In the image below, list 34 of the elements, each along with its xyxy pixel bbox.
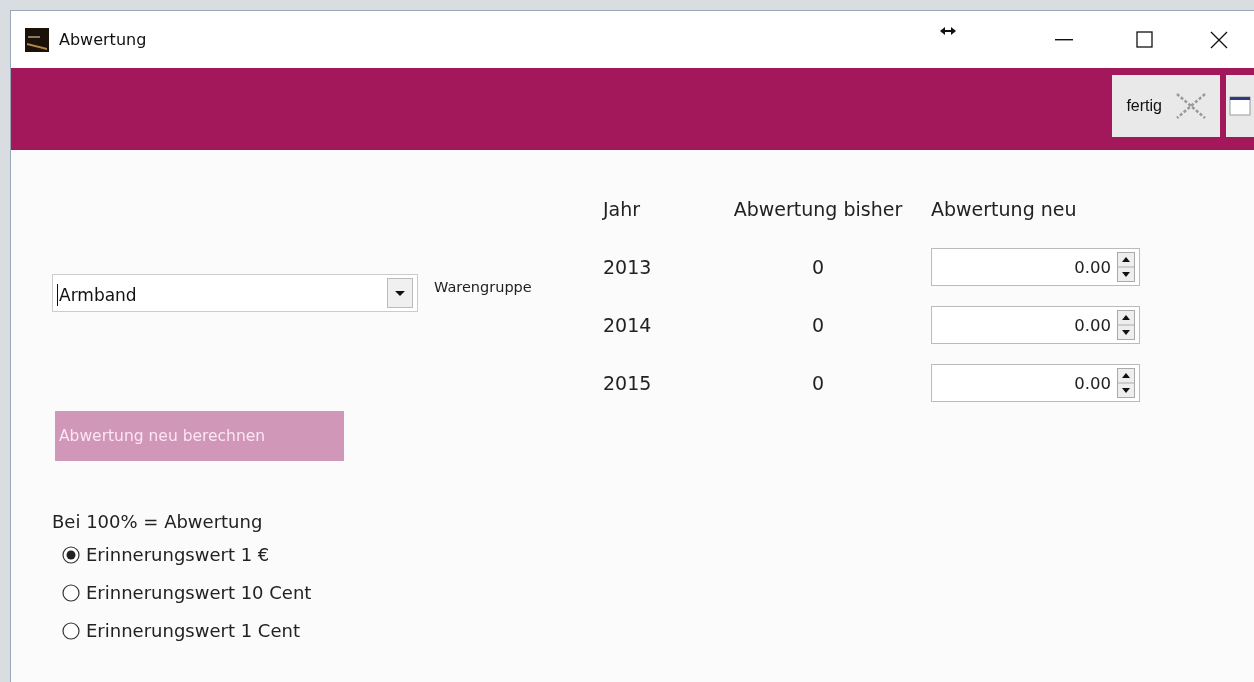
rule-text: Bei 100% = Abwertung [52,511,264,532]
previous-value-cell: 0 [811,372,825,394]
radio-label[interactable]: Erinnerungswert 1 € [86,544,270,565]
field-label: Warengruppe [434,279,532,295]
radio-label[interactable]: Erinnerungswert 1 Cent [86,620,300,641]
previous-value-cell: 0 [811,256,825,278]
minimize-icon [1055,38,1073,41]
radio-button[interactable] [62,545,80,564]
resize-arrow-icon [940,26,956,35]
radio-button[interactable] [62,583,80,602]
year-cell-text: 2013 [603,256,653,278]
column-header: Abwertung neu [931,198,1077,220]
number-spinner[interactable]: 0.00 [931,306,1140,344]
column-header: Abwertung bisher [733,198,903,220]
product-group-combo[interactable]: Armband [52,274,418,312]
radio-label[interactable]: Erinnerungswert 10 Cent [86,582,312,603]
done-button[interactable]: fertig [1112,75,1220,137]
window-title: Abwertung [59,30,148,49]
year-cell-text: 2014 [603,314,653,336]
window-button[interactable] [1226,75,1254,137]
previous-value-cell: 0 [811,314,825,336]
close-icon [1174,91,1208,121]
spin-arrows-icon[interactable] [1117,368,1135,398]
column-header: Jahr [603,198,641,220]
spin-arrows-icon[interactable] [1117,252,1135,282]
app-logo-icon [25,27,49,52]
close-icon [1210,30,1228,49]
number-spinner[interactable]: 0.00 [931,248,1140,286]
maximize-icon [1135,31,1153,48]
number-spinner[interactable]: 0.00 [931,364,1140,402]
year-cell-text: 2015 [603,372,653,394]
window-icon [1229,96,1251,116]
spin-arrows-icon[interactable] [1117,310,1135,340]
radio-button[interactable] [62,621,80,640]
